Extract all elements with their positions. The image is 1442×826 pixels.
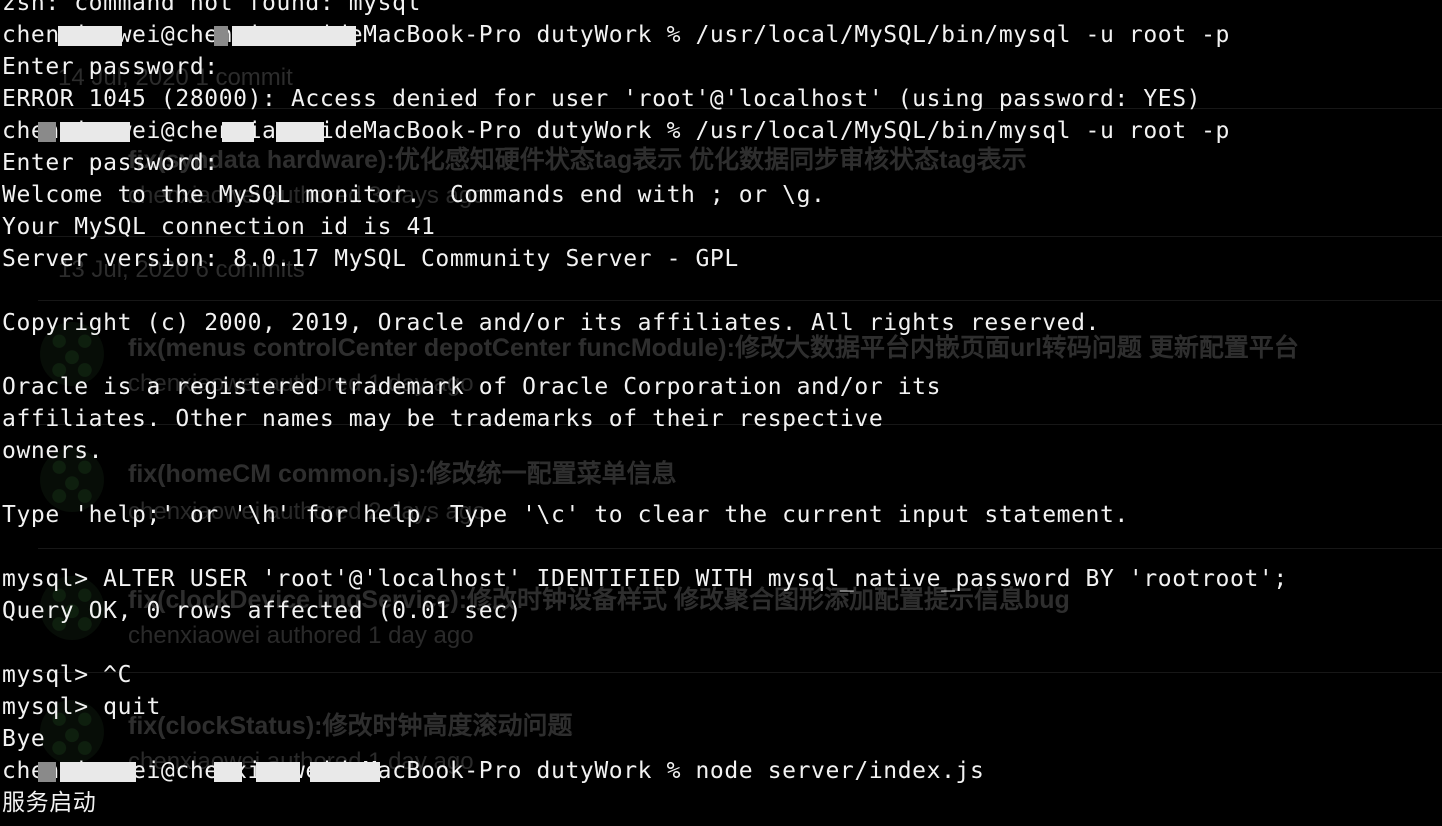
terminal-line: Type 'help;' or '\h' for help. Type '\c'… [2,502,1129,528]
terminal-line: affiliates. Other names may be trademark… [2,406,884,432]
terminal-line: Enter password: [2,54,219,80]
terminal-line: chenxiaowei@chenxiaoweideMacBook-Pro dut… [2,118,1231,144]
terminal-line: 服务启动 [2,790,97,816]
redaction-block [232,26,356,46]
redaction-block [58,26,122,46]
terminal-line: Copyright (c) 2000, 2019, Oracle and/or … [2,310,1100,336]
terminal-window[interactable]: zsh: command not found: mysql chenxiaowe… [0,0,1442,826]
redaction-block [256,762,300,782]
redaction-block [222,122,254,142]
redaction-block [214,26,228,46]
terminal-line: mysql> quit [2,694,161,720]
redaction-block [38,122,56,142]
terminal-line: Enter password: [2,150,219,176]
terminal-line: zsh: command not found: mysql [2,0,421,16]
terminal-line: owners. [2,438,104,464]
terminal-line: Query OK, 0 rows affected (0.01 sec) [2,598,523,624]
terminal-line: Welcome to the MySQL monitor. Commands e… [2,182,826,208]
terminal-line: Your MySQL connection id is 41 [2,214,436,240]
terminal-line: Server version: 8.0.17 MySQL Community S… [2,246,739,272]
terminal-line: Oracle is a registered trademark of Orac… [2,374,942,400]
terminal-line: chenxiaowei@chenxiaoweideMacBook-Pro dut… [2,758,985,784]
terminal-line: ERROR 1045 (28000): Access denied for us… [2,86,1202,112]
redaction-block [214,762,242,782]
redaction-block [276,122,324,142]
terminal-line: Bye [2,726,46,752]
redaction-block [310,762,380,782]
redaction-block [60,762,136,782]
terminal-line: chenxiaowei@chenxiaoweideMacBook-Pro dut… [2,22,1231,48]
terminal-line: mysql> ALTER USER 'root'@'localhost' IDE… [2,566,1288,592]
terminal-line: mysql> ^C [2,662,133,688]
redaction-block [38,762,56,782]
redaction-block [60,122,130,142]
